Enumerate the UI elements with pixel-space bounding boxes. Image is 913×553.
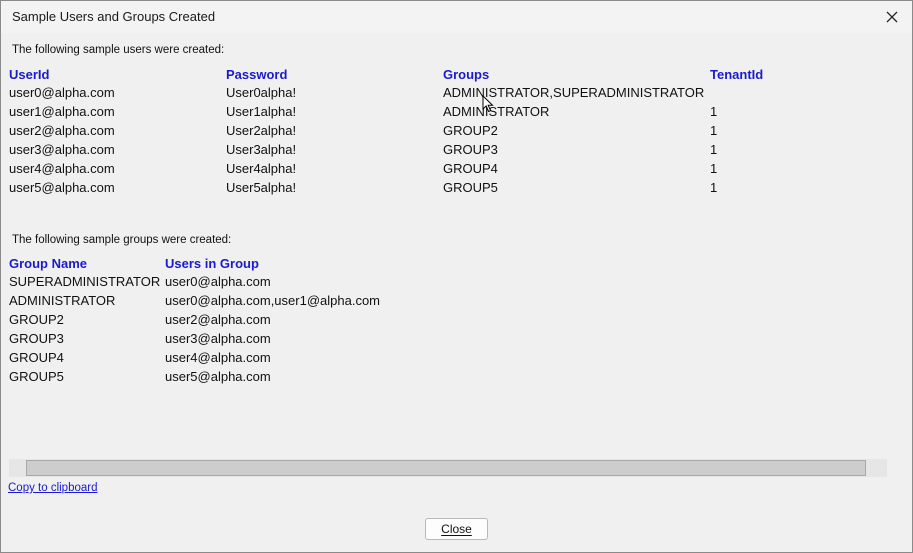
close-icon <box>886 11 898 23</box>
users-cell-groups: GROUP2 <box>443 123 498 138</box>
groups-cell-users: user4@alpha.com <box>165 350 271 365</box>
users-cell-groups: ADMINISTRATOR <box>443 104 550 119</box>
groups-cell-name: SUPERADMINISTRATOR <box>9 274 161 289</box>
close-button[interactable]: Close <box>425 518 488 540</box>
title-bar: Sample Users and Groups Created <box>1 1 912 33</box>
users-cell-userid: user3@alpha.com <box>9 142 115 157</box>
users-caption: The following sample users were created: <box>12 44 225 56</box>
users-cell-tenantid: 1 <box>710 161 718 176</box>
copy-to-clipboard-link[interactable]: Copy to clipboard <box>8 482 98 494</box>
users-cell-password: User1alpha! <box>226 104 297 119</box>
users-header-userid: UserId <box>9 67 50 82</box>
users-cell-userid: user5@alpha.com <box>9 180 115 195</box>
users-cell-password: User2alpha! <box>226 123 297 138</box>
groups-cell-name: GROUP5 <box>9 369 64 384</box>
groups-caption: The following sample groups were created… <box>12 234 232 246</box>
scrollbar-thumb[interactable] <box>26 460 866 476</box>
users-cell-password: User4alpha! <box>226 161 297 176</box>
users-cell-tenantid: 1 <box>710 104 718 119</box>
users-cell-userid: user4@alpha.com <box>9 161 115 176</box>
groups-cell-users: user0@alpha.com,user1@alpha.com <box>165 293 381 308</box>
window-title: Sample Users and Groups Created <box>12 9 216 24</box>
groups-cell-name: GROUP2 <box>9 312 64 327</box>
users-cell-password: User5alpha! <box>226 180 297 195</box>
groups-header-group-name: Group Name <box>9 256 88 271</box>
users-header-groups: Groups <box>443 67 490 82</box>
window-close-button[interactable] <box>873 3 911 31</box>
users-cell-password: User3alpha! <box>226 142 297 157</box>
dialog-window: Sample Users and Groups Created The foll… <box>0 0 913 553</box>
groups-cell-users: user3@alpha.com <box>165 331 271 346</box>
users-header-password: Password <box>226 67 288 82</box>
groups-cell-name: GROUP3 <box>9 331 64 346</box>
groups-cell-name: GROUP4 <box>9 350 64 365</box>
groups-cell-users: user5@alpha.com <box>165 369 271 384</box>
users-cell-tenantid: 1 <box>710 123 718 138</box>
users-cell-groups: GROUP3 <box>443 142 498 157</box>
mouse-cursor-icon <box>482 94 494 118</box>
horizontal-scrollbar[interactable] <box>9 459 887 477</box>
groups-cell-users: user0@alpha.com <box>165 274 271 289</box>
users-cell-tenantid: 1 <box>710 180 718 195</box>
users-cell-userid: user2@alpha.com <box>9 123 115 138</box>
groups-cell-name: ADMINISTRATOR <box>9 293 116 308</box>
users-cell-groups: GROUP5 <box>443 180 498 195</box>
users-cell-groups: GROUP4 <box>443 161 498 176</box>
groups-cell-users: user2@alpha.com <box>165 312 271 327</box>
report-content: The following sample users were created:… <box>1 33 912 552</box>
close-button-label: Close <box>441 522 472 536</box>
users-cell-userid: user1@alpha.com <box>9 104 115 119</box>
groups-header-users-in-group: Users in Group <box>165 256 259 271</box>
users-cell-userid: user0@alpha.com <box>9 85 115 100</box>
users-cell-password: User0alpha! <box>226 85 297 100</box>
users-header-tenantid: TenantId <box>710 67 764 82</box>
users-cell-tenantid: 1 <box>710 142 718 157</box>
